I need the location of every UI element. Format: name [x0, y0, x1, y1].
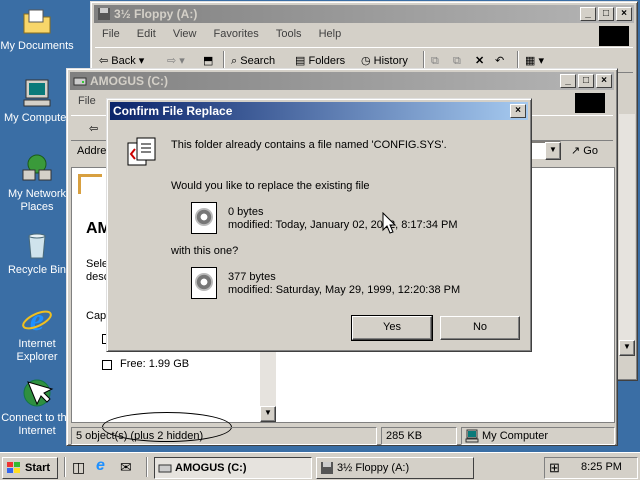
- computer-icon: [23, 79, 51, 107]
- clock[interactable]: 8:25 PM: [581, 461, 622, 473]
- dialog-question: Would you like to replace the existing f…: [171, 180, 370, 192]
- drive-title-bar[interactable]: AMOGUS (C:) _ □ ×: [70, 72, 614, 90]
- start-button[interactable]: Start: [2, 457, 58, 479]
- drive-icon: [73, 77, 87, 86]
- desktop-icon-label: Internet Explorer: [16, 338, 58, 363]
- floppy-title: 3½ Floppy (A:): [114, 7, 198, 21]
- floppy-icon: [98, 8, 110, 20]
- desktop-icon-label: My Network Places: [7, 188, 67, 213]
- dialog-message: This folder already contains a file name…: [171, 139, 447, 151]
- new-file-size: 377 bytes: [228, 271, 276, 283]
- go-arrow-icon: ↗: [571, 145, 581, 157]
- existing-file-icon: [191, 202, 217, 234]
- mouse-cursor-icon: [382, 212, 396, 234]
- ie-quicklaunch-icon[interactable]: e: [96, 457, 105, 475]
- taskbar: Start ◫ e ✉ AMOGUS (C:) 3½ Floppy (A:) ⊞…: [0, 452, 640, 480]
- drive-menu-bar: File: [71, 92, 103, 110]
- menu-favorites[interactable]: Favorites: [214, 28, 259, 40]
- go-button[interactable]: ↗ Go: [571, 143, 598, 159]
- floppy-icon: [321, 462, 333, 474]
- svg-text:e: e: [30, 302, 44, 336]
- close-button[interactable]: ×: [616, 7, 632, 21]
- address-label: Addre: [77, 145, 107, 157]
- desktop-icon-internet-explorer[interactable]: e Internet Explorer: [0, 302, 74, 364]
- search-icon: ⌕: [231, 55, 238, 67]
- desktop-icon-label: Recycle Bin: [7, 264, 67, 276]
- no-button[interactable]: No: [440, 316, 520, 340]
- status-zone: My Computer: [461, 427, 615, 445]
- ie-icon: e: [22, 302, 52, 336]
- close-button[interactable]: ×: [596, 74, 612, 88]
- floppy-title-bar[interactable]: 3½ Floppy (A:) _ □ ×: [94, 5, 634, 23]
- desktop-icon-recycle-bin[interactable]: Recycle Bin: [0, 228, 74, 277]
- desktop-icon-label: Connect to the Internet: [1, 412, 73, 437]
- folders-icon: ▤: [295, 55, 306, 67]
- status-objects: 5 object(s) (plus 2 hidden): [71, 427, 377, 445]
- desktop-icon-network[interactable]: My Network Places: [0, 152, 74, 214]
- free-space-label: Free: 1.99 GB: [120, 358, 190, 370]
- minimize-button[interactable]: _: [560, 74, 576, 88]
- free-swatch: [102, 360, 112, 370]
- network-tray-icon[interactable]: ⊞: [549, 460, 560, 476]
- menu-file[interactable]: File: [78, 95, 96, 107]
- dialog-title: Confirm File Replace: [113, 104, 233, 118]
- system-tray: ⊞ 8:25 PM: [544, 457, 638, 479]
- desktop-icon-label: My Computer: [3, 112, 71, 124]
- back-button[interactable]: ⇦: [89, 120, 98, 138]
- recycle-bin-icon: [28, 233, 46, 259]
- desktop-icon-my-documents[interactable]: My Documents: [0, 4, 74, 53]
- drive-large-icon: [78, 174, 102, 194]
- new-file-icon: [191, 267, 217, 299]
- confirm-replace-dialog[interactable]: Confirm File Replace × This folder alrea…: [106, 98, 532, 352]
- existing-file-modified: modified: Today, January 02, 2022, 8:17:…: [228, 219, 458, 231]
- file-replace-icon: [127, 137, 156, 166]
- outlook-quicklaunch-icon[interactable]: ✉: [120, 459, 132, 476]
- network-icon: [22, 154, 52, 181]
- desktop-icon-my-computer[interactable]: My Computer: [0, 76, 74, 125]
- floppy-menu-bar: File Edit View Favorites Tools Help: [95, 25, 348, 43]
- history-icon: ◷: [361, 55, 371, 67]
- scroll-down-button[interactable]: ▼: [619, 340, 635, 356]
- yes-button[interactable]: Yes: [351, 315, 433, 341]
- taskbar-button-drive[interactable]: AMOGUS (C:): [154, 457, 312, 479]
- with-label: with this one?: [171, 245, 239, 257]
- floppy-scrollbar[interactable]: ▼: [619, 114, 635, 356]
- taskbar-button-floppy[interactable]: 3½ Floppy (A:): [316, 457, 474, 479]
- menu-tools[interactable]: Tools: [276, 28, 302, 40]
- computer-icon: [465, 429, 479, 443]
- windows-logo-icon: [599, 26, 629, 46]
- drive-icon: [158, 464, 172, 473]
- existing-file-size: 0 bytes: [228, 206, 264, 218]
- status-size: 285 KB: [381, 427, 457, 445]
- menu-file[interactable]: File: [102, 28, 120, 40]
- menu-edit[interactable]: Edit: [137, 28, 156, 40]
- desktop-icon-connect[interactable]: Connect to the Internet: [0, 376, 74, 438]
- dialog-title-bar[interactable]: Confirm File Replace ×: [110, 102, 528, 120]
- show-desktop-icon[interactable]: ◫: [72, 459, 85, 476]
- windows-logo-icon: [575, 93, 605, 113]
- maximize-button[interactable]: □: [598, 7, 614, 21]
- address-dropdown-button[interactable]: ▼: [545, 142, 561, 160]
- minimize-button[interactable]: _: [580, 7, 596, 21]
- menu-help[interactable]: Help: [319, 28, 342, 40]
- menu-view[interactable]: View: [173, 28, 197, 40]
- desktop-icon-label: My Documents: [0, 40, 74, 52]
- scroll-down-button[interactable]: ▼: [260, 406, 276, 422]
- close-button[interactable]: ×: [510, 104, 526, 118]
- new-file-modified: modified: Saturday, May 29, 1999, 12:20:…: [228, 284, 461, 296]
- drive-title: AMOGUS (C:): [90, 74, 168, 88]
- windows-flag-icon: [7, 462, 20, 473]
- folder-documents-icon: [23, 9, 51, 34]
- connect-icon: [23, 379, 54, 407]
- maximize-button[interactable]: □: [578, 74, 594, 88]
